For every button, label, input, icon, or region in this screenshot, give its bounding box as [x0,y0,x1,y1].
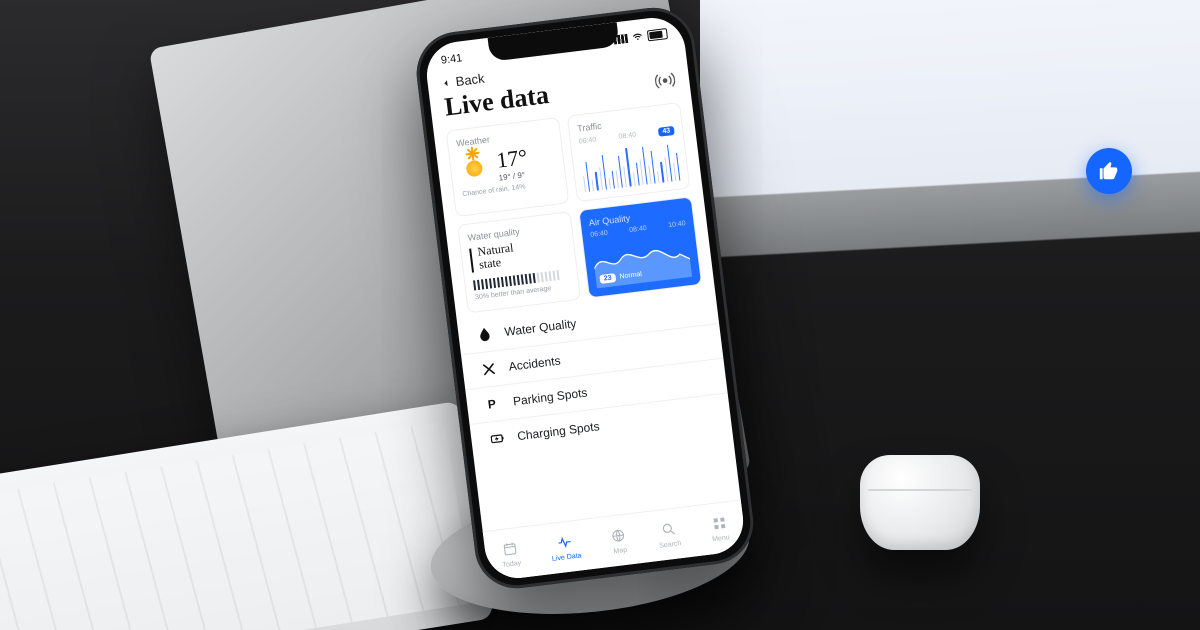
broadcast-icon[interactable] [654,69,676,91]
cards-grid: Weather [434,101,714,315]
thumbs-up-badge[interactable] [1086,148,1132,194]
water-quality-status: Naturalstate [477,241,516,270]
charging-icon [489,430,507,448]
phone-screen: 9:41 Back Live data Weather [423,14,747,582]
air-quality-status: Normal [619,271,642,281]
battery-icon [647,28,668,41]
tab-label: Menu [712,534,730,543]
tab-menu[interactable]: Menu [709,514,730,543]
chevron-left-icon [439,76,452,89]
weather-card[interactable]: Weather [446,117,570,217]
air-quality-value: 23 [599,273,616,284]
water-drop-icon [476,326,494,344]
air-quality-card[interactable]: Air Quality 06:40 08:40 10:40 23 N [578,196,702,298]
grid-icon [710,514,728,534]
pulse-icon [556,533,574,553]
water-quality-card[interactable]: Water quality Naturalstate 30% better th… [457,211,581,313]
sun-icon [458,151,491,184]
traffic-bar-chart [580,137,681,192]
tab-label: Today [502,559,521,568]
tab-search[interactable]: Search [656,520,681,550]
accident-icon [480,360,498,378]
calendar-icon [501,540,519,560]
svg-text:P: P [487,397,497,412]
search-icon [659,520,677,540]
menu-item-label: Water Quality [504,316,577,339]
tab-label: Map [613,546,627,555]
menu-item-label: Charging Spots [516,419,600,443]
tab-map[interactable]: Map [610,526,629,555]
traffic-card[interactable]: Traffic 06:40 08:40 43 [567,102,691,202]
tab-live-data[interactable]: Live Data [549,532,582,562]
menu-list: Water Quality Accidents P Parking Spots Char… [457,289,732,459]
menu-item-label: Accidents [508,354,561,374]
traffic-badge: 43 [658,126,675,137]
wifi-icon [631,31,644,41]
tab-today[interactable]: Today [500,539,522,568]
back-label: Back [455,71,486,89]
parking-icon: P [484,395,502,413]
thumbs-up-icon [1098,160,1120,182]
menu-item-label: Parking Spots [512,385,588,408]
desk-scene: Baseus 9:41 Back Live data [0,0,1200,630]
tab-label: Search [659,540,682,550]
status-time: 9:41 [440,52,463,67]
indicator-bar-icon [469,249,474,273]
globe-icon [610,526,628,546]
weather-temp: 17° [495,144,529,174]
airpods-case [860,455,980,550]
tab-label: Live Data [552,552,582,563]
keyboard [0,401,494,630]
status-indicators [613,28,668,45]
air-quality-area-chart: 23 Normal [591,229,692,288]
